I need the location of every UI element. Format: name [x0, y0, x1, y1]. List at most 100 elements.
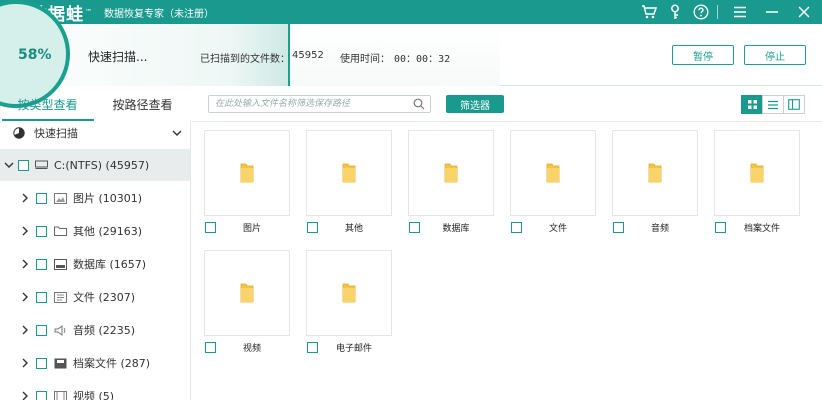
drive-icon	[35, 160, 48, 171]
tree-item[interactable]: 数据库 (1657)	[0, 252, 190, 276]
cart-icon[interactable]	[639, 2, 659, 22]
chevron-right-icon[interactable]	[20, 226, 30, 236]
chevron-right-icon[interactable]	[20, 325, 30, 335]
category-checkbox[interactable]	[36, 225, 47, 237]
minimize-icon[interactable]	[762, 2, 782, 22]
folder-label: 音频	[650, 224, 669, 234]
toolbar-divider	[192, 121, 822, 122]
grid-view-button[interactable]	[741, 95, 763, 114]
stop-button[interactable]: 停止	[744, 45, 806, 65]
folder-card[interactable]	[714, 130, 800, 216]
folder-label: 其他	[344, 224, 363, 234]
list-view-icon	[768, 100, 778, 109]
help-icon[interactable]	[691, 2, 711, 22]
scan-pie-icon	[12, 127, 25, 139]
category-label: 其他 (29163)	[73, 225, 143, 238]
drive-checkbox[interactable]	[18, 159, 29, 171]
tree-item[interactable]: 视频 (5)	[0, 384, 190, 400]
title-controls	[633, 0, 822, 24]
chevron-down-icon[interactable]	[172, 128, 182, 138]
chevron-down-icon[interactable]	[4, 160, 14, 170]
scan-status: 快速扫描...	[88, 50, 148, 64]
category-checkbox[interactable]	[36, 291, 47, 303]
folder-card[interactable]	[204, 130, 290, 216]
folder-card[interactable]	[306, 130, 392, 216]
folder-icon	[240, 283, 254, 303]
filter-button[interactable]: 筛选器	[446, 95, 504, 113]
folder-card[interactable]	[510, 130, 596, 216]
tree-item[interactable]: 音频 (2235)	[0, 318, 190, 342]
key-icon[interactable]	[665, 2, 685, 22]
tree-item[interactable]: 文件 (2307)	[0, 285, 190, 309]
title-separator	[717, 5, 718, 19]
folder-icon	[750, 163, 764, 183]
folder-icon	[546, 163, 560, 183]
folder-label: 文件	[548, 224, 567, 234]
detail-view-button[interactable]	[783, 95, 805, 114]
title-bar: 数据蛙 ™ 数据恢复专家（未注册）	[0, 0, 822, 25]
category-label: 文件 (2307)	[73, 291, 136, 304]
image-icon	[54, 192, 67, 204]
elapsed-time-label: 使用时间：	[340, 54, 390, 65]
tree-item[interactable]: 档案文件 (287)	[0, 351, 190, 375]
category-checkbox[interactable]	[36, 390, 47, 400]
folder-icon	[54, 226, 67, 237]
elapsed-time-value: 00：00：32	[394, 54, 451, 65]
menu-icon[interactable]	[730, 2, 750, 22]
tree-root-label: 快速扫描	[34, 127, 78, 140]
category-tree: 快速扫描 C:(NTFS) (45957) 图片 (10301) 其他 (291…	[0, 121, 191, 400]
folder-card[interactable]	[612, 130, 698, 216]
category-label: 图片 (10301)	[73, 192, 143, 205]
folder-card[interactable]	[306, 250, 392, 336]
grid-view-icon	[747, 100, 757, 109]
search-box[interactable]	[208, 95, 431, 113]
chevron-right-icon[interactable]	[20, 358, 30, 368]
folder-card[interactable]	[408, 130, 494, 216]
list-view-button[interactable]	[762, 95, 784, 114]
search-input[interactable]	[209, 96, 407, 112]
folder-card[interactable]	[204, 250, 290, 336]
folder-label: 档案文件	[743, 224, 780, 234]
folder-icon	[240, 163, 254, 183]
audio-icon	[54, 324, 67, 336]
folder-icon	[444, 163, 458, 183]
tree-item[interactable]: 其他 (29163)	[0, 219, 190, 243]
database-icon	[54, 258, 67, 270]
tab-by-type-label: 按类型查看	[17, 97, 78, 112]
drive-label: C:(NTFS) (45957)	[54, 158, 150, 172]
folder-label: 电子邮件	[335, 344, 372, 354]
video-icon	[54, 390, 67, 400]
scan-progress-panel: 58% 快速扫描... 已扫描到的文件数： 45952 使用时间： 00：00：…	[0, 0, 822, 108]
files-scanned-count: 45952	[292, 50, 324, 61]
progress-percent: 58%	[18, 47, 52, 63]
category-checkbox[interactable]	[36, 324, 47, 336]
category-label: 档案文件 (287)	[73, 357, 151, 370]
search-icon[interactable]	[413, 98, 425, 113]
tree-root-quick-scan[interactable]: 快速扫描	[0, 121, 190, 145]
tree-drive-c[interactable]: C:(NTFS) (45957)	[0, 149, 190, 181]
chevron-right-icon[interactable]	[20, 292, 30, 302]
category-checkbox[interactable]	[36, 258, 47, 270]
category-checkbox[interactable]	[36, 357, 47, 369]
close-icon[interactable]	[794, 2, 814, 22]
tab-by-path-label: 按路径查看	[112, 97, 173, 112]
folder-label: 视频	[242, 344, 261, 354]
chevron-right-icon[interactable]	[20, 193, 30, 203]
folder-icon	[342, 163, 356, 183]
archive-icon	[54, 358, 67, 369]
folder-icon	[342, 283, 356, 303]
pause-button[interactable]: 暂停	[672, 45, 734, 65]
chevron-right-icon[interactable]	[20, 259, 30, 269]
tab-by-path[interactable]: 按路径查看	[95, 87, 190, 121]
document-icon	[54, 291, 67, 303]
category-label: 音频 (2235)	[73, 324, 136, 337]
chevron-right-icon[interactable]	[20, 391, 30, 400]
folder-label: 图片	[242, 224, 261, 234]
folder-label: 数据库	[442, 224, 470, 234]
category-checkbox[interactable]	[36, 192, 47, 204]
tab-by-type[interactable]: 按类型查看	[0, 87, 95, 121]
app-subtitle: 数据恢复专家（未注册）	[104, 8, 214, 20]
detail-view-icon	[788, 99, 800, 110]
tree-item[interactable]: 图片 (10301)	[0, 186, 190, 210]
folder-icon	[648, 163, 662, 183]
